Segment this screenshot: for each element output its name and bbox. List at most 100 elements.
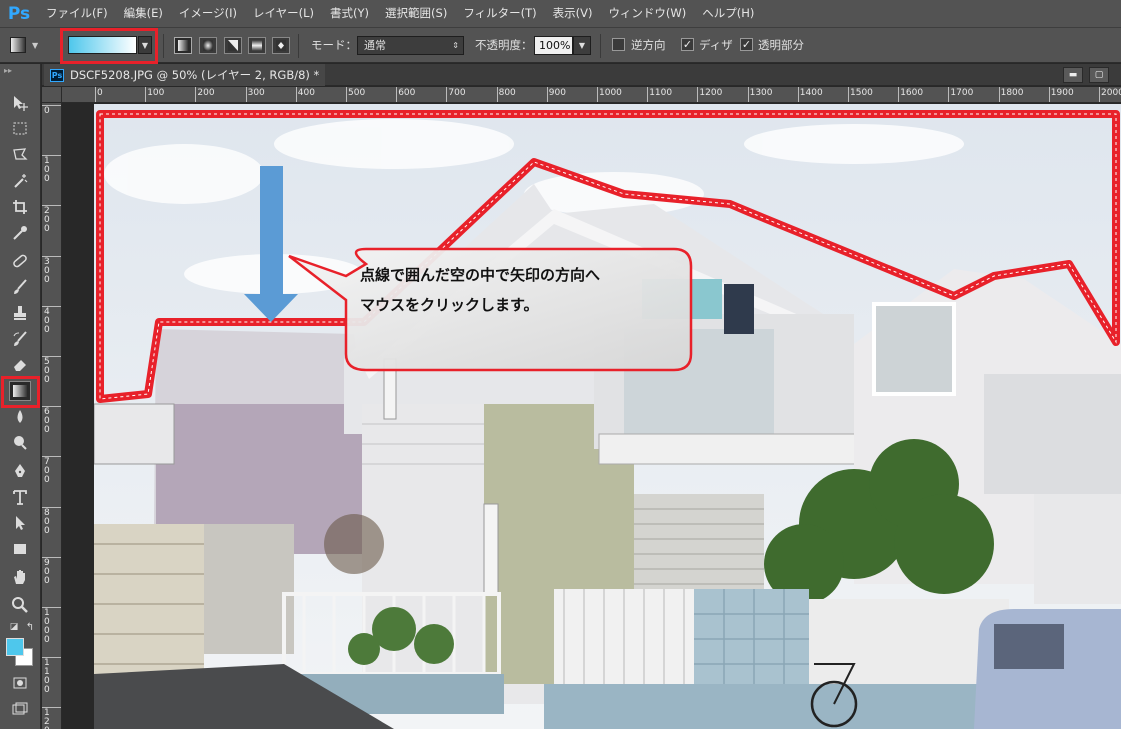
swap-colors-icon[interactable]: ↰: [18, 616, 42, 638]
ruler-tick: 1100: [647, 87, 672, 102]
ruler-tick: 100: [145, 87, 164, 102]
foreground-color-swatch[interactable]: [6, 638, 24, 656]
ruler-tick: 400: [42, 305, 61, 334]
restore-button[interactable]: ▢: [1089, 67, 1109, 83]
ruler-tick: 900: [42, 556, 61, 585]
type-tool-icon[interactable]: [8, 486, 32, 508]
ruler-tick: 1200: [42, 707, 61, 729]
ruler-tick: 1900: [1048, 87, 1074, 102]
tool-preset-picker[interactable]: ▼: [10, 35, 46, 55]
ruler-tick: 300: [245, 87, 265, 102]
menu-select[interactable]: 選択範囲(S): [377, 0, 455, 27]
divider: [600, 34, 601, 58]
ruler-tick: 1400: [797, 87, 823, 102]
magic-wand-tool-icon[interactable]: [8, 170, 32, 192]
minimize-button[interactable]: ▬: [1063, 67, 1083, 83]
marquee-tool-icon[interactable]: [8, 118, 32, 140]
ruler-tick: 600: [396, 87, 415, 102]
zoom-tool-icon[interactable]: [8, 594, 32, 616]
divider: [298, 34, 299, 58]
canvas-area[interactable]: [63, 104, 1121, 729]
ruler-tick: 1000: [597, 87, 622, 102]
eyedropper-tool-icon[interactable]: [8, 222, 32, 244]
ruler-tick: 1300: [747, 87, 773, 102]
dither-checkbox[interactable]: ✓: [681, 38, 694, 51]
document-tab[interactable]: Ps DSCF5208.JPG @ 50% (レイヤー 2, RGB/8) *: [44, 64, 326, 86]
linear-gradient-button[interactable]: [174, 37, 192, 54]
ruler-tick: 800: [42, 506, 61, 535]
rectangle-tool-icon[interactable]: [8, 538, 32, 560]
hand-tool-icon[interactable]: [8, 566, 32, 588]
gradient-tool-icon: [10, 37, 26, 53]
menu-help[interactable]: ヘルプ(H): [694, 0, 762, 27]
history-brush-tool-icon[interactable]: [8, 328, 32, 350]
photoshop-logo: Ps: [7, 3, 31, 24]
ruler-origin[interactable]: [42, 87, 62, 103]
document-title: DSCF5208.JPG @ 50% (レイヤー 2, RGB/8) *: [70, 68, 320, 82]
healing-brush-tool-icon[interactable]: [8, 250, 32, 272]
ruler-tick: 1100: [42, 657, 61, 695]
transparency-checkbox[interactable]: ✓: [740, 38, 753, 51]
ruler-tick: 1000: [42, 607, 61, 645]
photoshop-file-icon: Ps: [50, 68, 64, 82]
ruler-tick: 200: [195, 87, 215, 102]
ruler-tick: 1200: [697, 87, 722, 102]
ruler-tick: 800: [496, 87, 516, 102]
ruler-tick: 1800: [998, 87, 1024, 102]
panel-grip-icon[interactable]: ▸▸: [4, 66, 12, 75]
path-selection-tool-icon[interactable]: [8, 512, 32, 534]
vertical-ruler[interactable]: 0 100 200 300 400 500 600 700 800 900 1000 1100 1200: [42, 103, 62, 729]
brush-tool-icon[interactable]: [8, 276, 32, 298]
chevron-down-icon: ▼: [32, 40, 39, 50]
move-tool-icon[interactable]: [8, 92, 32, 114]
dodge-tool-icon[interactable]: [8, 432, 32, 454]
angle-gradient-button[interactable]: [224, 37, 242, 54]
menu-edit[interactable]: 編集(E): [116, 0, 171, 27]
ruler-tick: 900: [546, 87, 566, 102]
pen-tool-icon[interactable]: [8, 460, 32, 482]
ruler-tick: 200: [42, 205, 61, 234]
ruler-tick: 1500: [848, 87, 873, 102]
spinner-icon: ⇕: [452, 41, 459, 50]
menu-bar: Ps ファイル(F) 編集(E) イメージ(I) レイヤー(L) 書式(Y) 選…: [0, 0, 1121, 27]
menu-type[interactable]: 書式(Y): [322, 0, 377, 27]
menu-file[interactable]: ファイル(F): [38, 0, 116, 27]
menu-window[interactable]: ウィンドウ(W): [600, 0, 694, 27]
ruler-tick: 700: [42, 456, 61, 485]
ruler-tick: 0: [95, 87, 103, 102]
ruler-tick: 400: [295, 87, 315, 102]
blend-mode-value: 通常: [364, 39, 386, 52]
dither-label: ディザ: [699, 38, 733, 52]
reverse-checkbox[interactable]: [612, 38, 625, 51]
ruler-tick: 100: [42, 155, 61, 184]
radial-gradient-button[interactable]: [199, 37, 217, 54]
ruler-tick: 300: [42, 255, 61, 284]
divider: [163, 34, 164, 58]
ruler-tick: 500: [346, 87, 365, 102]
menu-image[interactable]: イメージ(I): [171, 0, 245, 27]
blend-mode-select[interactable]: 通常 ⇕: [357, 36, 464, 55]
reflected-gradient-button[interactable]: [248, 37, 266, 54]
crop-tool-icon[interactable]: [8, 196, 32, 218]
clone-stamp-tool-icon[interactable]: [8, 302, 32, 324]
menu-layer[interactable]: レイヤー(L): [245, 0, 322, 27]
ruler-tick: 0: [42, 105, 61, 116]
ruler-tick: 700: [446, 87, 466, 102]
blur-tool-icon[interactable]: [8, 406, 32, 428]
mode-label: モード：: [311, 38, 357, 52]
opacity-slider-dropdown[interactable]: ▼: [573, 36, 591, 55]
red-highlight-box: [1, 376, 40, 408]
transparency-label: 透明部分: [758, 38, 804, 52]
lasso-tool-icon[interactable]: [8, 144, 32, 166]
callout-instruction-text: 点線で囲んだ空の中で矢印の方向へ マウスをクリックします。: [360, 266, 601, 314]
screen-mode-icon[interactable]: [8, 698, 32, 720]
opacity-input[interactable]: 100%: [534, 36, 573, 55]
menu-view[interactable]: 表示(V): [545, 0, 601, 27]
menu-filter[interactable]: フィルター(T): [455, 0, 544, 27]
horizontal-ruler[interactable]: 0 100 200 300 400 500 600 700 800 900 1000 1100 1200…: [62, 87, 1121, 103]
diamond-gradient-button[interactable]: [272, 37, 290, 54]
quick-mask-icon[interactable]: [8, 672, 32, 694]
house-photo[interactable]: [94, 104, 1121, 729]
ruler-tick: 600: [42, 406, 61, 435]
eraser-tool-icon[interactable]: [8, 354, 32, 376]
